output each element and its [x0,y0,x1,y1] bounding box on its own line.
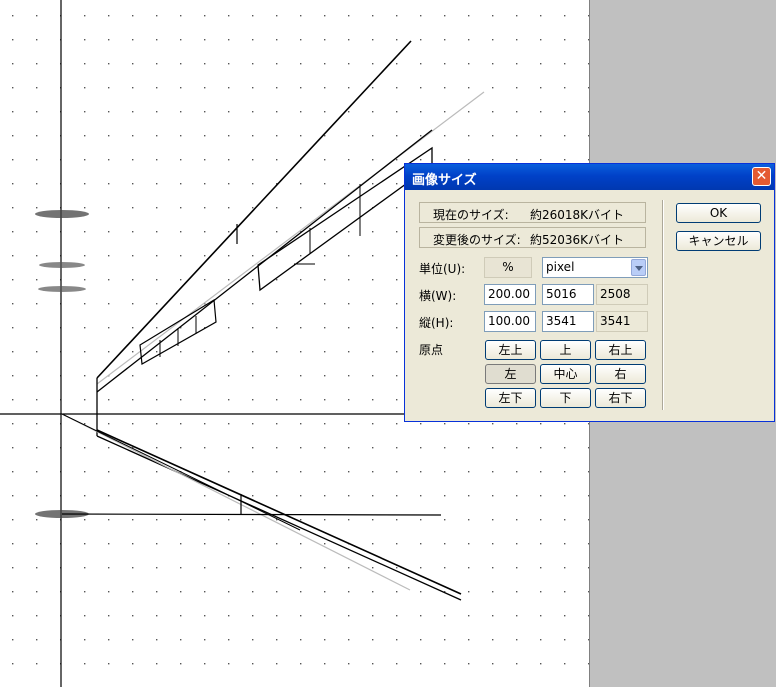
unit-select[interactable]: pixel [542,257,648,278]
origin-bottom-button[interactable]: 下 [540,388,591,408]
origin-top-button[interactable]: 上 [540,340,591,360]
new-size-label: 変更後のサイズ: [433,233,521,247]
image-size-dialog: 画像サイズ ✕ 現在のサイズ: 約26018Kバイト 変更後のサイズ: 約520… [404,163,775,422]
width-pixel-input[interactable]: 5016 [542,284,594,305]
width-label: 横(W): [419,289,457,303]
new-size-value: 約52036Kバイト [530,233,625,247]
origin-center-button[interactable]: 中心 [540,364,591,384]
current-size-label: 現在のサイズ: [433,208,509,222]
origin-top-left-button[interactable]: 左上 [485,340,536,360]
origin-bottom-right-button[interactable]: 右下 [595,388,646,408]
origin-top-right-button[interactable]: 右上 [595,340,646,360]
dialog-divider [662,200,664,410]
dialog-titlebar[interactable]: 画像サイズ ✕ [405,164,774,190]
height-label: 縦(H): [419,316,454,330]
ok-button[interactable]: OK [676,203,761,223]
origin-bottom-left-button[interactable]: 左下 [485,388,536,408]
current-size-value: 約26018Kバイト [530,208,625,222]
unit-select-value: pixel [546,260,575,274]
origin-left-button[interactable]: 左 [485,364,536,384]
width-percent-input[interactable]: 200.00 [484,284,536,305]
unit-label: 単位(U): [419,262,466,276]
new-size-box: 変更後のサイズ: 約52036Kバイト [419,227,646,248]
origin-label: 原点 [419,343,444,357]
width-original-value: 2508 [596,284,648,305]
cancel-button[interactable]: キャンセル [676,231,761,251]
height-pixel-input[interactable]: 3541 [542,311,594,332]
height-original-value: 3541 [596,311,648,332]
chevron-down-icon[interactable] [631,259,646,276]
current-size-box: 現在のサイズ: 約26018Kバイト [419,202,646,223]
close-button[interactable]: ✕ [752,167,771,186]
percent-indicator: % [484,257,532,278]
dialog-title: 画像サイズ [412,173,477,188]
origin-right-button[interactable]: 右 [595,364,646,384]
height-percent-input[interactable]: 100.00 [484,311,536,332]
